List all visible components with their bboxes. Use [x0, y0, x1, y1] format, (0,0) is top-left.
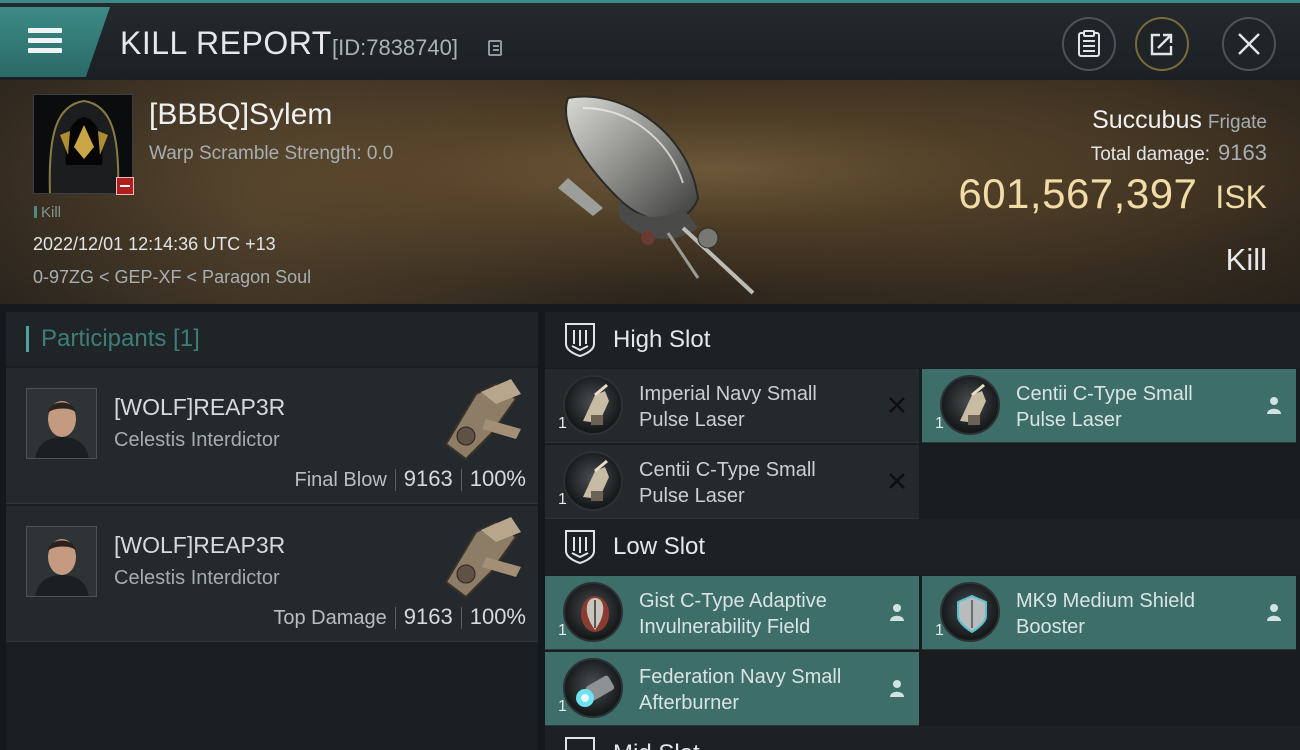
clipboard-icon — [1078, 30, 1100, 57]
module-name: Gist C-Type Adaptive Invulnerability Fie… — [639, 590, 827, 638]
fitting-panel: High Slot 1 Imperial Navy Small Pulse La… — [545, 312, 1300, 750]
participant-stats: Top Damage 9163 100% — [273, 604, 526, 630]
kill-datetime: 2022/12/01 12:14:36 UTC +13 — [33, 234, 276, 254]
divider — [460, 607, 462, 629]
victim-banner: [BBBQ]Sylem Warp Scramble Strength: 0.0 … — [0, 80, 1300, 304]
ship-type: Succubus — [1092, 106, 1202, 134]
participant-percent: 100% — [469, 604, 526, 629]
module-name: MK9 Medium Shield Booster — [1016, 590, 1195, 638]
avatar[interactable] — [26, 526, 97, 597]
report-id: [ID:7838740] — [332, 35, 458, 60]
participant-role: Top Damage — [273, 607, 387, 629]
avatar[interactable] — [26, 388, 97, 459]
isk-unit: ISK — [1215, 179, 1267, 215]
participant-name: [WOLF]REAP3R — [114, 394, 286, 420]
share-button[interactable] — [1135, 17, 1189, 71]
high-slot-header: High Slot — [545, 312, 1300, 368]
module-name: Centii C-Type Small Pulse Laser — [1016, 383, 1193, 431]
menu-button[interactable] — [0, 7, 110, 77]
module-row[interactable]: 1 Centii C-Type Small Pulse Laser — [922, 369, 1296, 443]
module-row[interactable]: 1 Gist C-Type Adaptive Invulnerability F… — [545, 576, 919, 650]
module-qty: 1 — [558, 415, 567, 432]
hamburger-icon-bar — [28, 48, 62, 53]
ship-name[interactable]: Succubus Frigate — [1092, 106, 1267, 135]
result-label: Kill — [1225, 242, 1267, 277]
module-qty: 1 — [935, 415, 944, 432]
total-damage-label: Total damage: — [1090, 144, 1211, 165]
mid-slot-title: Mid Slot — [613, 740, 700, 750]
pilot-portrait-image — [27, 389, 96, 458]
module-name: Centii C-Type Small Pulse Laser — [639, 459, 816, 507]
top-bar: KILL REPORT [ID:7838740] — [0, 0, 1300, 80]
module-qty: 1 — [558, 698, 567, 715]
module-row[interactable]: 1 MK9 Medium Shield Booster — [922, 576, 1296, 650]
pulse-laser-icon — [940, 375, 1000, 435]
participants-header[interactable]: Participants [1] — [6, 312, 538, 366]
pilot-icon — [885, 600, 909, 624]
low-slot-icon — [565, 530, 595, 565]
participant-percent: 100% — [469, 466, 526, 491]
invulnerability-field-icon — [563, 582, 623, 642]
module-row[interactable]: 1 Federation Navy Small Afterburner — [545, 652, 919, 726]
participant-ship-image — [444, 517, 521, 599]
high-slot-title: High Slot — [613, 326, 711, 353]
module-row[interactable]: 1 Centii C-Type Small Pulse Laser — [545, 445, 919, 519]
shield-booster-icon — [940, 582, 1000, 642]
share-icon — [1150, 33, 1173, 56]
isk-value: 601,567,397 ISK — [958, 170, 1267, 218]
participant-row[interactable]: [WOLF]REAP3R Celestis Interdictor Final … — [6, 368, 538, 504]
participant-role: Final Blow — [294, 469, 387, 491]
pilot-icon — [1262, 600, 1286, 624]
low-slot-header: Low Slot — [545, 519, 1300, 575]
victim-ship-image — [558, 95, 755, 295]
close-icon — [1238, 33, 1260, 55]
isk-amount: 601,567,397 — [958, 170, 1198, 217]
pulse-laser-icon — [563, 375, 623, 435]
victim-name[interactable]: [BBBQ]Sylem — [149, 98, 332, 132]
divider — [460, 469, 462, 491]
warp-scramble-strength: Warp Scramble Strength: 0.0 — [149, 143, 394, 164]
mid-slot-icon — [565, 737, 595, 750]
high-slot-icon — [565, 323, 595, 358]
pilot-portrait-image — [27, 527, 96, 596]
participant-stats: Final Blow 9163 100% — [294, 466, 526, 492]
participant-damage: 9163 — [403, 604, 453, 629]
participant-ship-image — [444, 379, 521, 461]
destroyed-x-icon — [885, 393, 909, 417]
participant-name: [WOLF]REAP3R — [114, 532, 286, 558]
page-title: KILL REPORT — [120, 25, 332, 61]
destroyed-x-icon — [885, 469, 909, 493]
module-qty: 1 — [935, 622, 944, 639]
module-qty: 1 — [558, 491, 567, 508]
kill-location[interactable]: 0-97ZG < GEP-XF < Paragon Soul — [33, 267, 311, 288]
total-damage: Total damage: 9163 — [1091, 140, 1267, 166]
participant-ship: Celestis Interdictor — [114, 429, 280, 451]
pulse-laser-icon — [563, 451, 623, 511]
total-damage-value: 9163 — [1218, 140, 1267, 165]
module-name: Imperial Navy Small Pulse Laser — [639, 383, 817, 431]
module-qty: 1 — [558, 622, 567, 639]
kill-tag: Kill — [34, 204, 61, 221]
divider — [394, 469, 396, 491]
module-name: Federation Navy Small Afterburner — [639, 666, 842, 714]
afterburner-icon — [563, 658, 623, 718]
participant-row[interactable]: [WOLF]REAP3R Celestis Interdictor Top Da… — [6, 506, 538, 642]
ship-class: Frigate — [1207, 112, 1267, 133]
clipboard-button[interactable] — [1062, 17, 1116, 71]
loss-badge-icon — [116, 177, 134, 195]
divider — [394, 607, 396, 629]
hamburger-icon — [28, 28, 62, 33]
pilot-icon — [885, 676, 909, 700]
hamburger-icon-bar — [28, 38, 62, 43]
module-row[interactable]: 1 Imperial Navy Small Pulse Laser — [545, 369, 919, 443]
pilot-icon — [1262, 393, 1286, 417]
mid-slot-header: Mid Slot — [545, 726, 1300, 750]
copy-icon[interactable] — [488, 40, 502, 56]
low-slot-title: Low Slot — [613, 533, 706, 560]
participant-damage: 9163 — [403, 466, 453, 491]
participants-panel: Participants [1] [WOLF]REAP3R Celestis I… — [6, 312, 538, 750]
participant-ship: Celestis Interdictor — [114, 567, 280, 589]
close-button[interactable] — [1222, 17, 1276, 71]
